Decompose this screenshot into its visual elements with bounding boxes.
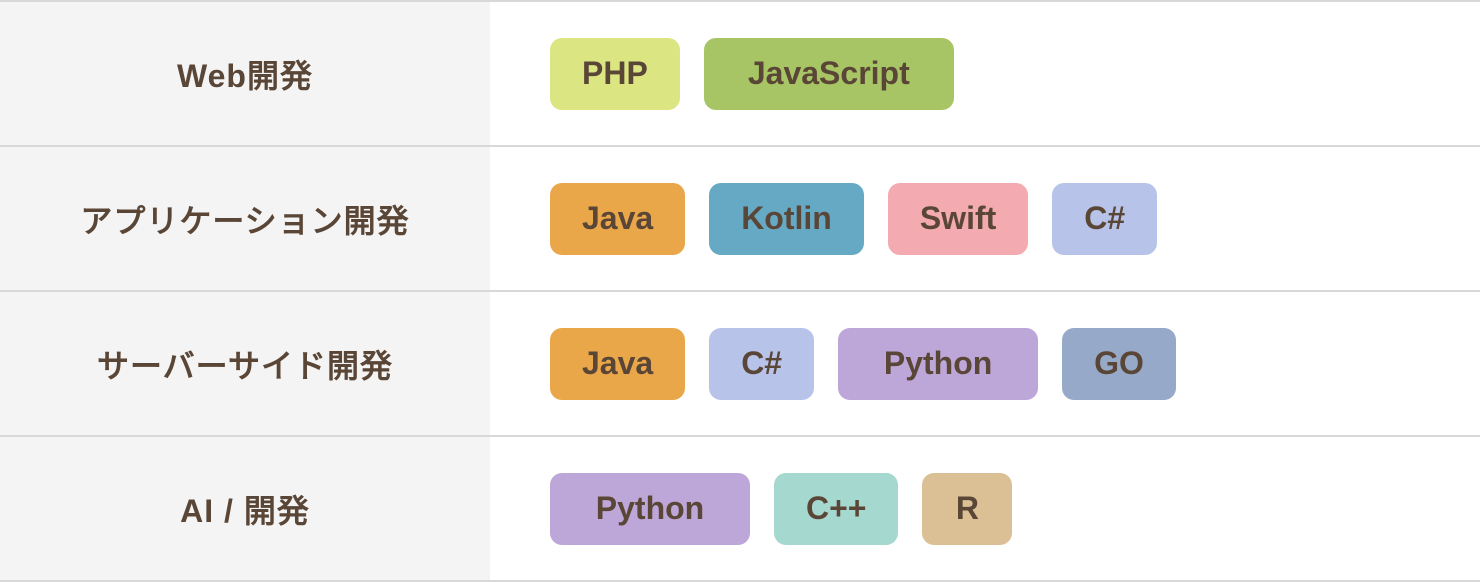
- tag-python: Python: [838, 328, 1038, 400]
- table-row: Web開発 PHP JavaScript: [0, 2, 1480, 147]
- tag-swift: Swift: [888, 183, 1028, 255]
- tag-go: GO: [1062, 328, 1176, 400]
- category-label: サーバーサイド開発: [0, 292, 490, 435]
- tag-csharp: C#: [1052, 183, 1157, 255]
- tag-r: R: [922, 473, 1012, 545]
- tags-cell: Java Kotlin Swift C#: [490, 147, 1480, 290]
- category-table: Web開発 PHP JavaScript アプリケーション開発 Java Kot…: [0, 0, 1480, 582]
- tag-python: Python: [550, 473, 750, 545]
- table-row: アプリケーション開発 Java Kotlin Swift C#: [0, 147, 1480, 292]
- tag-php: PHP: [550, 38, 680, 110]
- tag-java: Java: [550, 183, 685, 255]
- category-label: AI / 開発: [0, 437, 490, 580]
- tags-cell: Python C++ R: [490, 437, 1480, 580]
- table-row: AI / 開発 Python C++ R: [0, 437, 1480, 580]
- category-label: アプリケーション開発: [0, 147, 490, 290]
- tag-csharp: C#: [709, 328, 814, 400]
- category-label: Web開発: [0, 2, 490, 145]
- tag-cpp: C++: [774, 473, 898, 545]
- tags-cell: PHP JavaScript: [490, 2, 1480, 145]
- tag-kotlin: Kotlin: [709, 183, 864, 255]
- tag-java: Java: [550, 328, 685, 400]
- table-row: サーバーサイド開発 Java C# Python GO: [0, 292, 1480, 437]
- tag-javascript: JavaScript: [704, 38, 954, 110]
- tags-cell: Java C# Python GO: [490, 292, 1480, 435]
